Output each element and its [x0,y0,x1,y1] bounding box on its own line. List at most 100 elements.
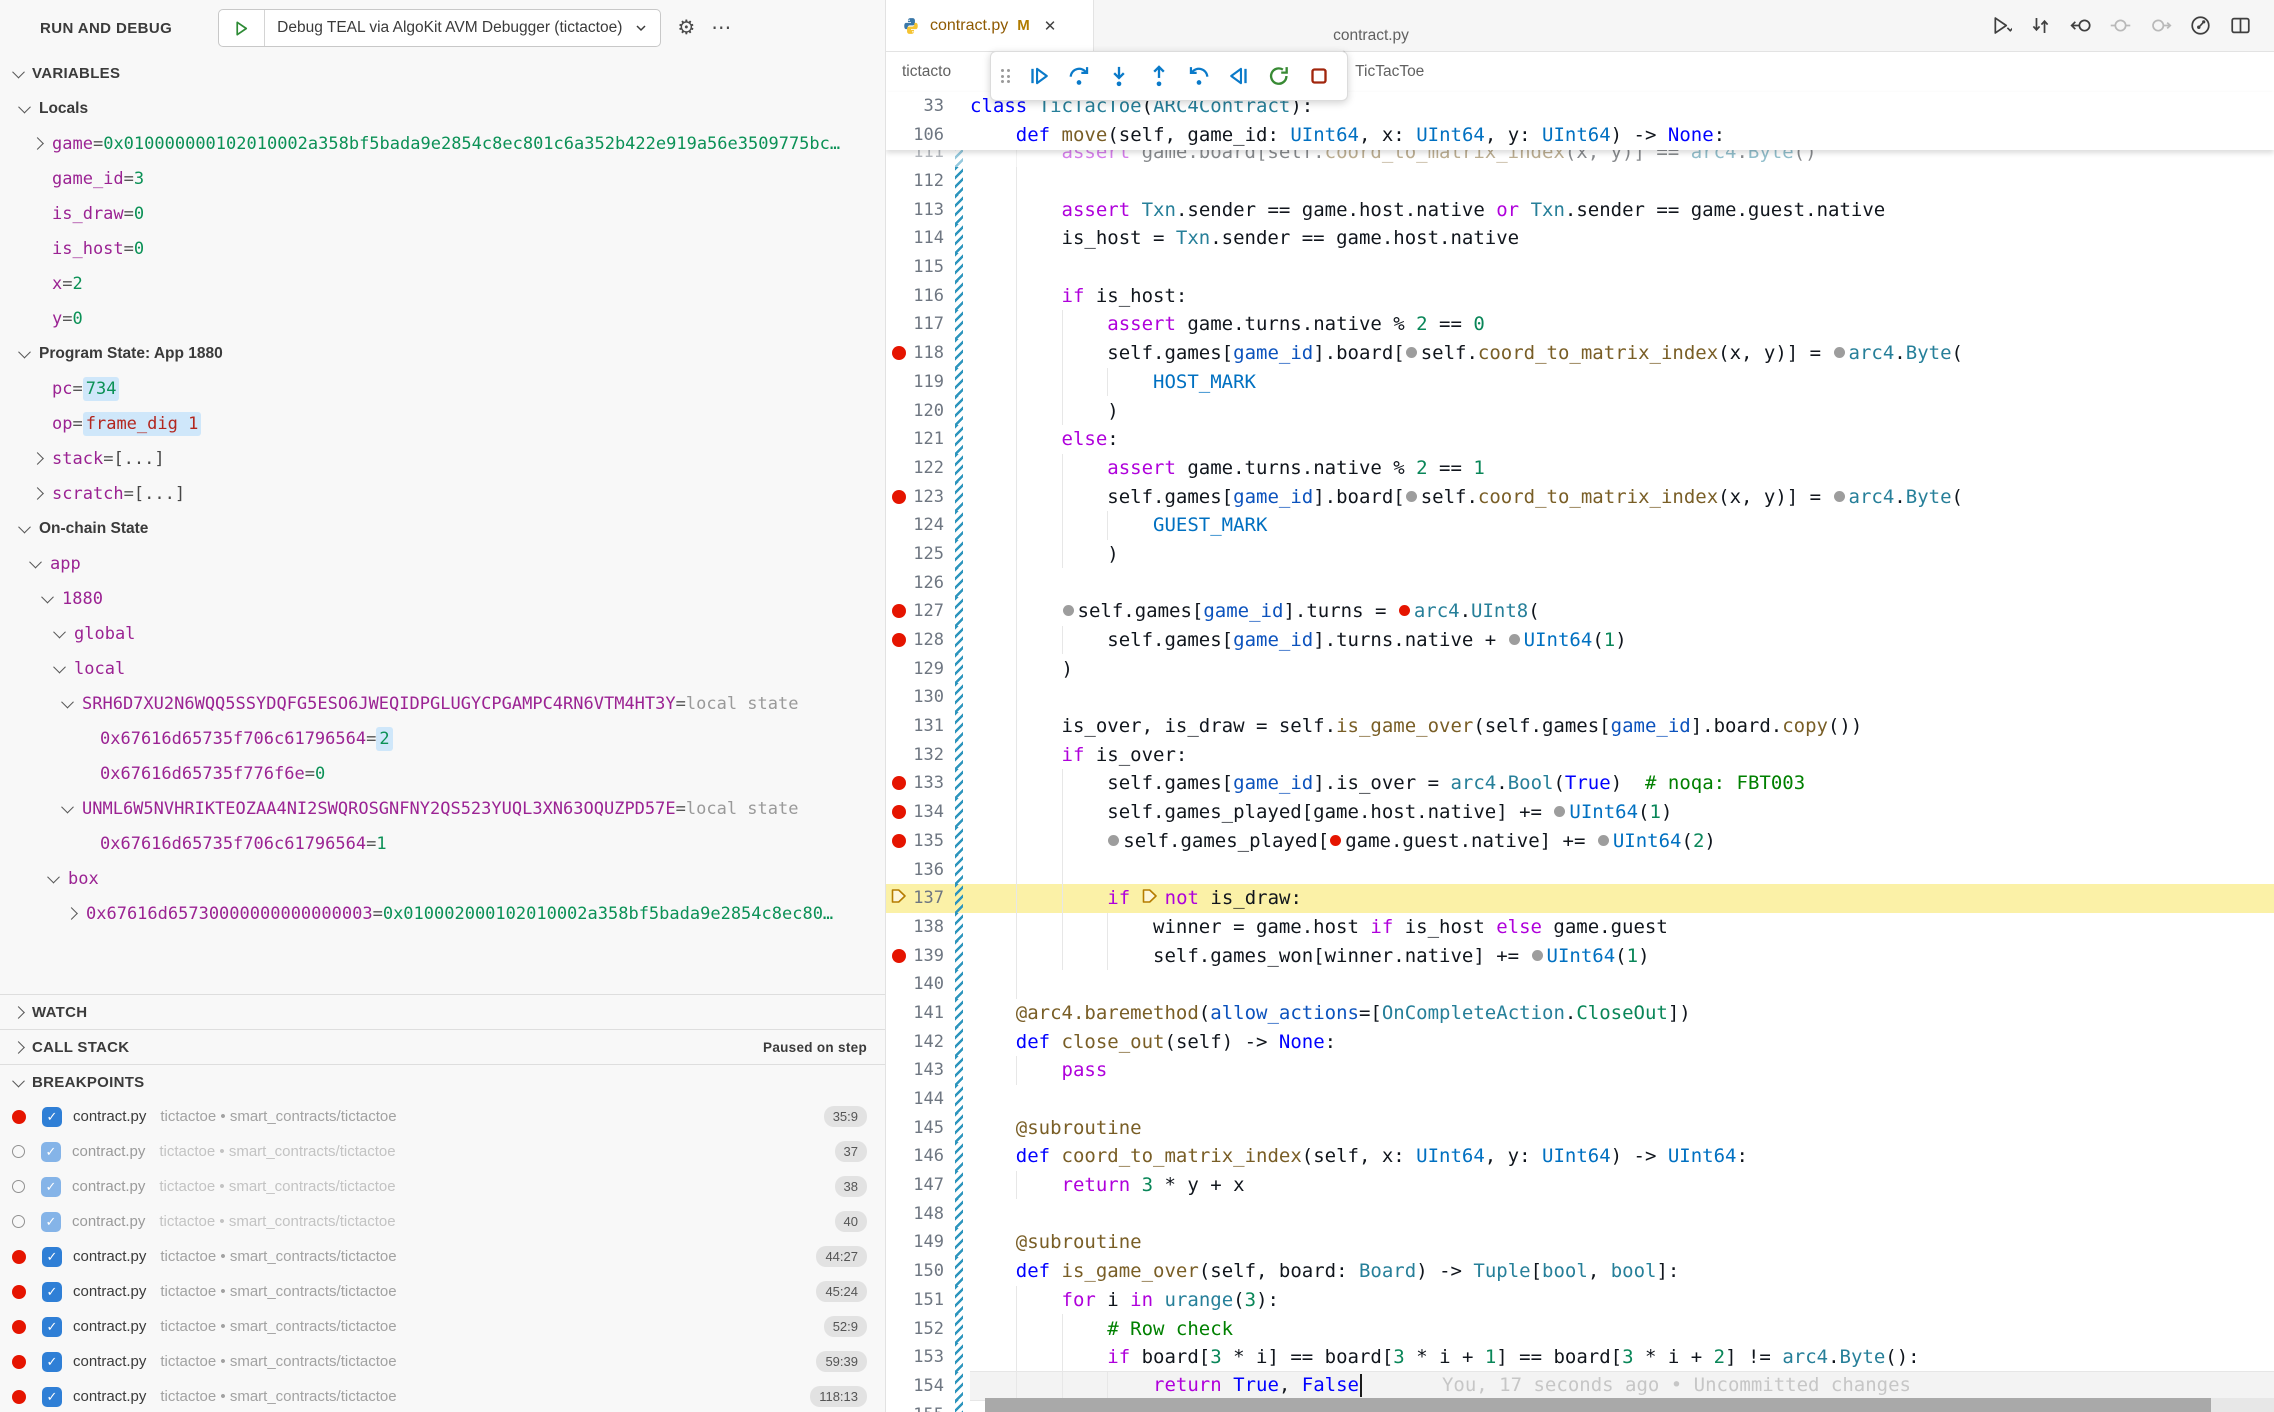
code-line[interactable]: 148 [886,1199,2274,1228]
code-line[interactable]: 154 return True, FalseYou, 17 seconds ag… [886,1372,2274,1401]
code-content[interactable]: @subroutine [970,1228,2274,1257]
scrollbar-thumb[interactable] [985,1398,2211,1412]
code-line[interactable]: 120 ) [886,396,2274,425]
code-line[interactable]: 121 else: [886,425,2274,454]
code-content[interactable]: self.games[game_id].turns.native + UInt6… [970,626,2274,655]
horizontal-scrollbar[interactable] [985,1398,2274,1412]
code-content[interactable]: return True, FalseYou, 17 seconds ago • … [970,1372,2274,1401]
navigate-back-button[interactable] [2069,14,2092,37]
chevron-down-icon[interactable] [63,804,82,813]
watch-section-header[interactable]: WATCH [0,994,885,1029]
checkbox-checked-icon[interactable]: ✓ [41,1142,61,1162]
previous-change-button[interactable] [2109,14,2132,37]
checkbox-checked-icon[interactable]: ✓ [42,1247,62,1267]
run-python-button[interactable] [1989,14,2012,37]
code-content[interactable]: def is_game_over(self, board: Board) -> … [970,1257,2274,1286]
breakpoint-gutter[interactable] [886,805,912,819]
gear-icon[interactable]: ⚙ [677,18,695,38]
code-content[interactable]: if is_over: [970,740,2274,769]
inline-breakpoint-icon[interactable] [1532,950,1543,961]
chevron-right-icon[interactable] [33,139,52,148]
timeline-button[interactable] [2189,14,2212,37]
chevron-down-icon[interactable] [63,699,82,708]
code-line[interactable]: 127 self.games[game_id].turns = arc4.UIn… [886,597,2274,626]
breakpoints-section-header[interactable]: BREAKPOINTS [0,1064,885,1099]
breakpoint-gutter[interactable] [886,834,912,848]
code-content[interactable] [970,253,2274,282]
code-content[interactable]: self.games_won[winner.native] += UInt64(… [970,941,2274,970]
variable-row[interactable]: 0x67616d65735f706c61796564 = 1 [0,826,885,861]
code-line[interactable]: 114 is_host = Txn.sender == game.host.na… [886,224,2274,253]
code-content[interactable]: is_host = Txn.sender == game.host.native [970,224,2274,253]
inline-breakpoint-active-icon[interactable] [1330,835,1341,846]
code-content[interactable]: ) [970,540,2274,569]
code-line[interactable]: 152 # Row check [886,1314,2274,1343]
code-content[interactable]: for i in urange(3): [970,1286,2274,1315]
chevron-down-icon[interactable] [31,559,50,568]
code-line[interactable]: 130 [886,683,2274,712]
code-content[interactable]: def coord_to_matrix_index(self, x: UInt6… [970,1142,2274,1171]
code-content[interactable] [970,855,2274,884]
code-content[interactable]: return 3 * y + x [970,1171,2274,1200]
code-line[interactable]: 141 @arc4.baremethod(allow_actions=[OnCo… [886,999,2274,1028]
checkbox-checked-icon[interactable]: ✓ [42,1107,62,1127]
inline-breakpoint-active-icon[interactable] [1399,605,1410,616]
restart-button[interactable] [1259,55,1299,97]
breadcrumb-item-TicTacToe[interactable]: TicTacToe [1333,63,1452,81]
variable-row[interactable]: box [0,861,885,896]
code-line[interactable]: 144 [886,1085,2274,1114]
code-line[interactable]: 133 self.games[game_id].is_over = arc4.B… [886,769,2274,798]
breakpoint-gutter[interactable] [886,949,912,963]
code-content[interactable]: @arc4.baremethod(allow_actions=[OnComple… [970,999,2274,1028]
variables-section-header[interactable]: VARIABLES [0,56,885,91]
code-line[interactable]: 143 pass [886,1056,2274,1085]
code-line[interactable]: 149 @subroutine [886,1228,2274,1257]
variable-row[interactable]: x = 2 [0,266,885,301]
code-content[interactable]: ) [970,654,2274,683]
code-content[interactable]: assert Txn.sender == game.host.native or… [970,195,2274,224]
step-into-button[interactable] [1099,55,1139,97]
chevron-right-icon[interactable] [33,454,52,463]
code-content[interactable] [970,970,2274,999]
chevron-down-icon[interactable] [55,664,74,673]
close-icon[interactable]: ✕ [1044,17,1057,35]
code-line[interactable]: 147 return 3 * y + x [886,1171,2274,1200]
code-line[interactable]: 153 if board[3 * i] == board[3 * i + 1] … [886,1343,2274,1372]
code-content[interactable]: if is_host: [970,281,2274,310]
code-line[interactable]: 146 def coord_to_matrix_index(self, x: U… [886,1142,2274,1171]
code-line[interactable]: 135 self.games_played[game.guest.native]… [886,827,2274,856]
code-line[interactable]: 106 def move(self, game_id: UInt64, x: U… [886,121,2274,150]
checkbox-checked-icon[interactable]: ✓ [42,1387,62,1407]
split-editor-button[interactable] [2229,14,2252,37]
code-content[interactable] [970,1085,2274,1114]
reverse-continue-button[interactable] [1219,55,1259,97]
checkbox-checked-icon[interactable]: ✓ [42,1282,62,1302]
code-content[interactable]: ) [970,396,2274,425]
code-line[interactable]: 125 ) [886,540,2274,569]
code-area[interactable]: 111 assert game.board[self.coord_to_matr… [886,150,2274,1412]
code-line[interactable]: 128 self.games[game_id].turns.native + U… [886,626,2274,655]
breakpoint-row[interactable]: ✓contract.pytictactoe • smart_contracts/… [0,1274,885,1309]
code-content[interactable]: if not is_draw: [970,884,2274,913]
inline-breakpoint-icon[interactable] [1406,347,1417,358]
code-line[interactable]: 112 [886,167,2274,196]
variable-row[interactable]: game_id = 3 [0,161,885,196]
code-content[interactable]: self.games[game_id].board[self.coord_to_… [970,339,2274,368]
chevron-right-icon[interactable] [33,489,52,498]
more-actions-icon[interactable]: ⋯ [711,18,731,38]
breakpoint-row[interactable]: ✓contract.pytictactoe • smart_contracts/… [0,1134,885,1169]
chevron-down-icon[interactable] [20,349,39,358]
code-line[interactable]: 118 self.games[game_id].board[self.coord… [886,339,2274,368]
chevron-down-icon[interactable] [49,874,68,883]
code-content[interactable] [970,167,2274,196]
code-content[interactable]: GUEST_MARK [970,511,2274,540]
code-line[interactable]: 140 [886,970,2274,999]
start-debug-button[interactable] [219,10,265,46]
code-line[interactable]: 123 self.games[game_id].board[self.coord… [886,482,2274,511]
inline-breakpoint-icon[interactable] [1509,634,1520,645]
inline-breakpoint-icon[interactable] [1108,835,1119,846]
code-line[interactable]: 113 assert Txn.sender == game.host.nativ… [886,195,2274,224]
variable-row[interactable]: op = frame_dig 1 [0,406,885,441]
code-content[interactable]: self.games[game_id].board[self.coord_to_… [970,482,2274,511]
code-line[interactable]: 150 def is_game_over(self, board: Board)… [886,1257,2274,1286]
